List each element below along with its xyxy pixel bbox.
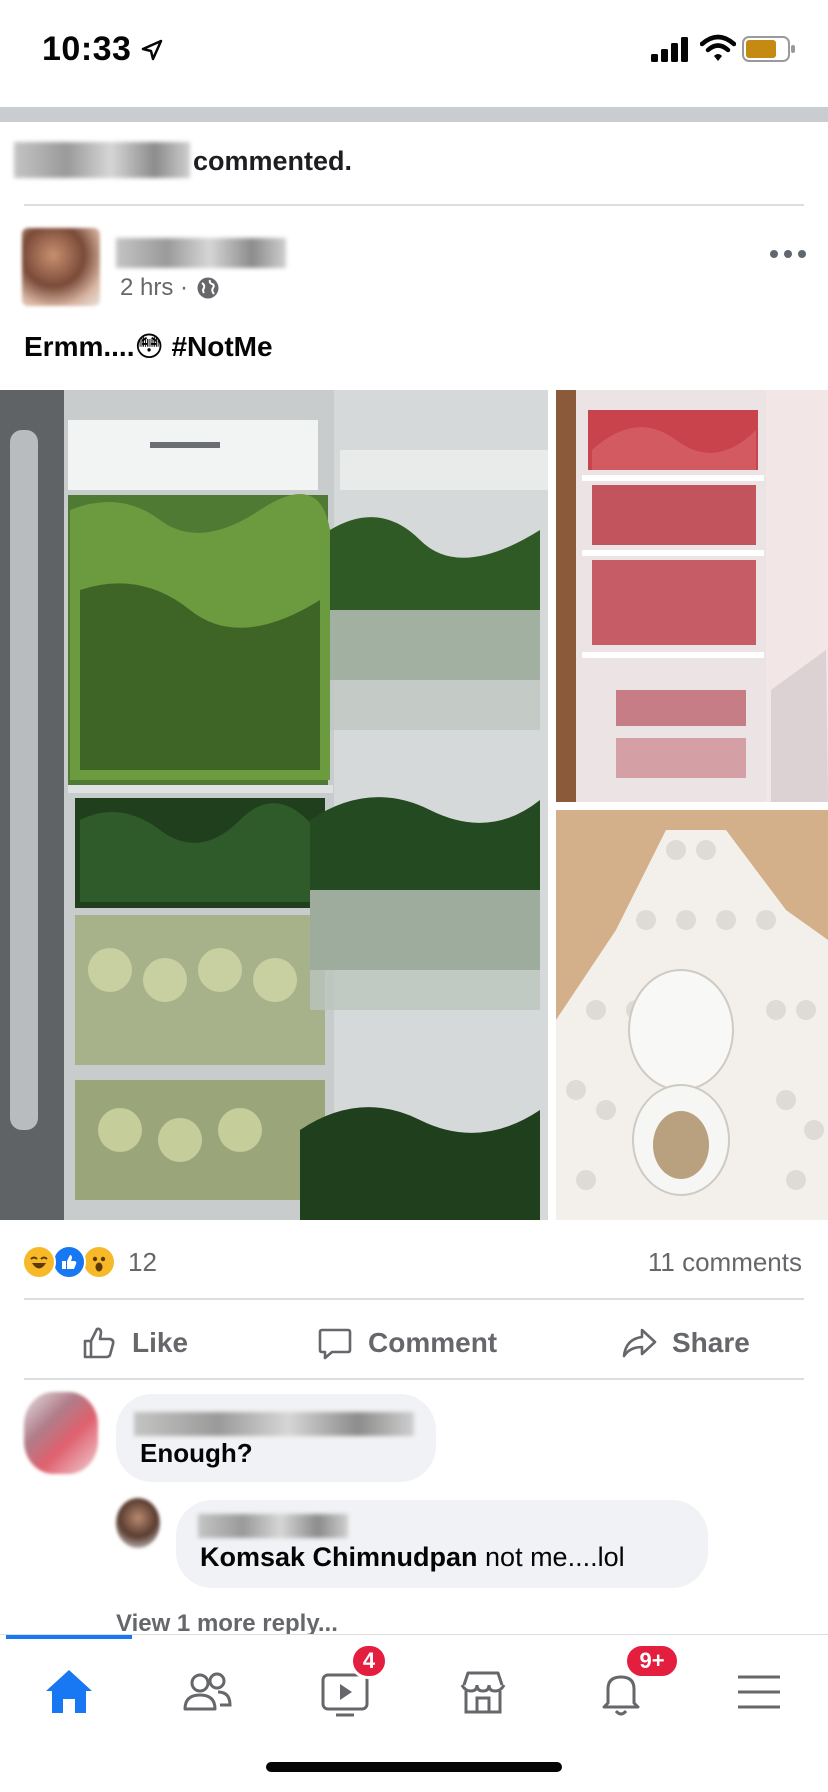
like-reaction-icon [52,1245,86,1279]
blurred-commenter-name [14,142,190,178]
comment-count-link[interactable]: 11 comments [648,1247,802,1278]
post-author-avatar[interactable] [22,228,100,306]
comment-text: Enough? [140,1438,253,1468]
like-label: Like [132,1327,189,1358]
tab-marketplace[interactable] [448,1657,518,1727]
blurred-commenter-name [134,1412,414,1436]
commenter-avatar[interactable] [24,1392,98,1474]
wow-reaction-icon [82,1245,116,1279]
home-icon [46,1670,92,1713]
status-time: 10:33 [42,30,132,68]
globe-icon [197,277,219,299]
status-bar: 10:33 [0,0,828,104]
post-timestamp[interactable]: 2 hrs · [120,274,188,302]
share-arrow-icon [622,1328,657,1358]
menu-icon [738,1675,780,1709]
tab-friends[interactable] [172,1657,242,1727]
battery-icon [742,36,795,62]
toilet-paper-photo[interactable] [556,810,828,1220]
tab-menu[interactable] [724,1657,794,1727]
notifications-badge: 9+ [624,1643,680,1679]
home-indicator [266,1762,562,1772]
reply-bubble[interactable]: Komsak Chimnudpan not me....lol [176,1500,708,1588]
cellular-signal-icon [651,37,688,62]
dot [798,250,806,258]
friends-icon [183,1672,232,1711]
haha-reaction-icon [22,1245,56,1279]
wifi-icon [700,34,736,61]
reply-mention[interactable]: Komsak Chimnudpan [200,1542,478,1572]
location-arrow-icon [141,39,163,61]
blurred-replier-name [198,1514,348,1538]
divider [24,204,804,206]
divider [24,1378,804,1380]
reply-text: Komsak Chimnudpan not me....lol [200,1542,625,1573]
reply-avatar[interactable] [116,1498,160,1548]
comment-label: Comment [368,1327,498,1358]
like-button[interactable]: Like [80,1324,188,1362]
fridge-meat-photo[interactable] [556,390,828,802]
comment-bubble-icon [318,1328,352,1360]
watch-badge: 4 [350,1643,388,1679]
dot [784,250,792,258]
dot [770,250,778,258]
post-options-button[interactable] [764,238,812,270]
share-label: Share [672,1327,750,1358]
active-tab-indicator [6,1635,132,1639]
comment-button[interactable]: Comment [316,1324,497,1362]
post-action-bar: Like Comment Share [0,1300,828,1380]
marketplace-icon [460,1671,506,1714]
reactions-summary[interactable]: 12 [22,1244,157,1280]
activity-notice[interactable]: commented. [0,122,828,206]
reply-body: not me....lol [477,1542,625,1572]
reaction-count: 12 [128,1246,157,1277]
fridge-vegetables-photo[interactable] [0,390,548,1220]
notice-text: commented. [193,146,353,176]
comment-bubble[interactable]: Enough? [116,1394,436,1482]
post-meta: 2 hrs · [120,274,220,302]
blurred-post-author-name[interactable] [116,238,286,268]
thumbs-up-icon [83,1327,115,1359]
feed-separator [0,107,828,122]
share-button[interactable]: Share [620,1324,750,1362]
post-text: Ermm....😳 #NotMe [24,331,273,362]
tab-home[interactable] [34,1657,104,1727]
